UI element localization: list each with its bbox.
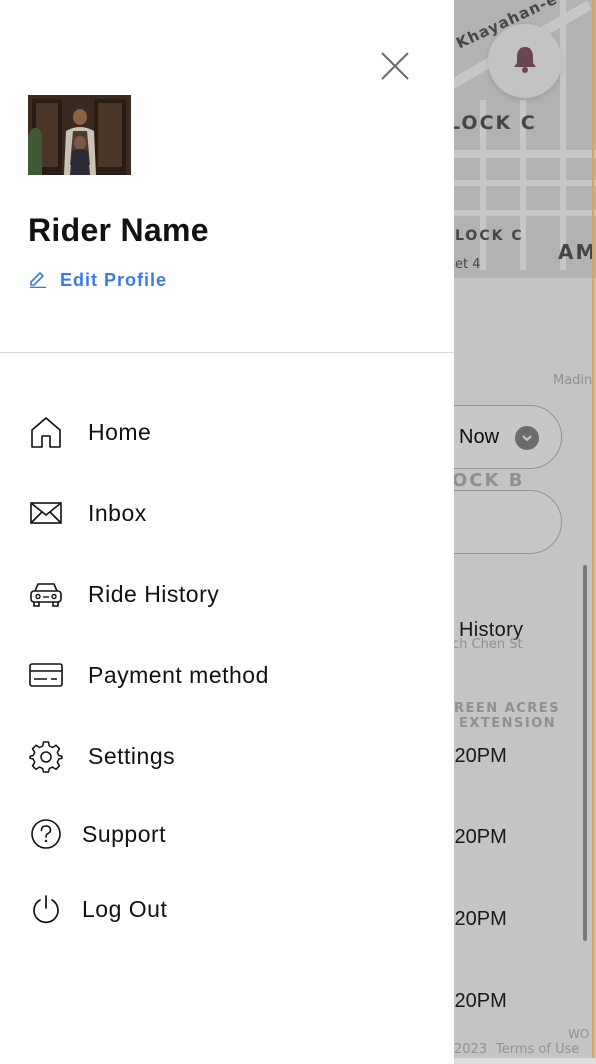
menu-item-label: Ride History <box>88 580 220 607</box>
menu-item-payment-method[interactable]: Payment method <box>28 655 428 695</box>
gear-icon <box>28 738 64 774</box>
avatar[interactable] <box>28 95 131 175</box>
car-icon <box>28 576 64 612</box>
edit-profile-link[interactable]: Edit Profile <box>28 268 167 292</box>
envelope-icon <box>28 495 64 531</box>
rider-name: Rider Name <box>28 212 209 248</box>
question-circle-icon <box>28 816 64 852</box>
edit-profile-label: Edit Profile <box>60 269 168 290</box>
menu-item-ride-history[interactable]: Ride History <box>28 574 428 614</box>
menu-item-label: Settings <box>88 742 176 769</box>
side-drawer: Rider Name Edit Profile Home Inbox Ride … <box>0 0 454 1064</box>
credit-card-icon <box>28 657 64 693</box>
menu-item-label: Home <box>88 418 152 445</box>
pencil-icon <box>28 268 48 293</box>
menu-item-label: Log Out <box>82 895 168 922</box>
window-edge <box>592 0 594 1064</box>
menu-item-home[interactable]: Home <box>28 412 428 452</box>
menu-item-support[interactable]: Support <box>28 814 428 854</box>
power-icon <box>28 891 64 927</box>
close-button[interactable] <box>378 49 412 83</box>
menu-item-label: Payment method <box>88 661 269 688</box>
home-icon <box>28 414 64 450</box>
divider <box>0 352 454 353</box>
close-icon <box>378 52 412 87</box>
menu-item-label: Inbox <box>88 499 147 526</box>
menu-item-settings[interactable]: Settings <box>28 736 428 776</box>
menu-item-label: Support <box>82 820 167 847</box>
menu-item-inbox[interactable]: Inbox <box>28 493 428 533</box>
menu-item-log-out[interactable]: Log Out <box>28 889 428 929</box>
